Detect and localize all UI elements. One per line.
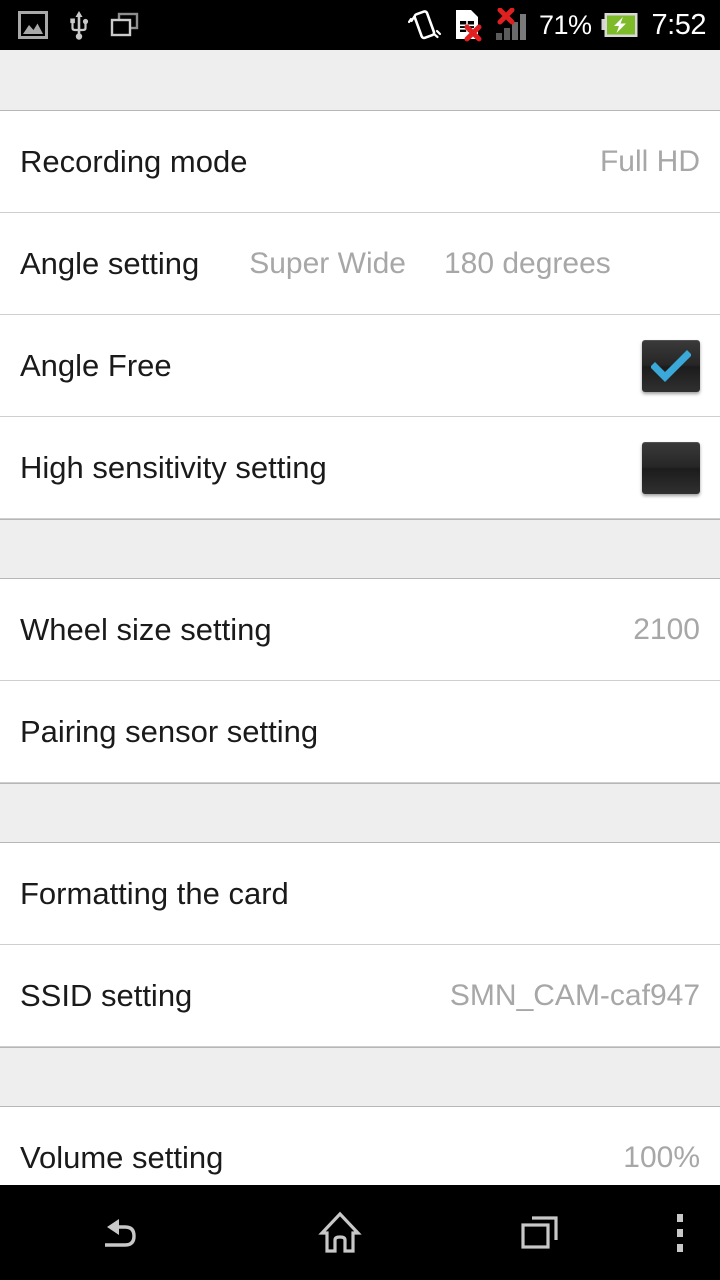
navigation-bar bbox=[0, 1185, 720, 1280]
group-separator bbox=[0, 1047, 720, 1107]
list-item-angle-free[interactable]: Angle Free bbox=[0, 315, 720, 417]
recent-apps-icon bbox=[518, 1213, 562, 1253]
list-item-formatting-the-card[interactable]: Formatting the card bbox=[0, 843, 720, 945]
list-item-pairing-sensor-setting[interactable]: Pairing sensor setting bbox=[0, 681, 720, 783]
row-value: 2100 bbox=[633, 612, 700, 646]
checkbox-angle-free[interactable] bbox=[642, 339, 700, 392]
signal-no-service-icon bbox=[494, 7, 530, 42]
list-item-high-sensitivity-setting[interactable]: High sensitivity setting bbox=[0, 417, 720, 519]
home-button[interactable] bbox=[240, 1185, 440, 1280]
row-title: Recording mode bbox=[20, 143, 248, 179]
row-title: High sensitivity setting bbox=[20, 449, 327, 485]
status-bar-clock: 7:52 bbox=[651, 8, 707, 41]
row-value: SMN_CAM-caf947 bbox=[449, 978, 700, 1012]
sim-card-error-icon bbox=[451, 8, 485, 42]
home-icon bbox=[317, 1210, 363, 1256]
status-bar: 71% 7:52 bbox=[0, 0, 720, 50]
list-item-wheel-size-setting[interactable]: Wheel size setting 2100 bbox=[0, 579, 720, 681]
group-separator bbox=[0, 519, 720, 579]
battery-charging-icon bbox=[601, 12, 639, 38]
status-bar-right-icons: 71% 7:52 bbox=[407, 7, 707, 42]
vibrate-icon bbox=[407, 9, 442, 41]
group-separator bbox=[0, 783, 720, 843]
row-title: Pairing sensor setting bbox=[20, 713, 319, 749]
row-value-primary: Super Wide bbox=[249, 246, 406, 280]
row-value: 100% bbox=[623, 1141, 700, 1174]
row-value-group: Super Wide 180 degrees bbox=[249, 247, 611, 281]
android-screen: 71% 7:52 Recording mode Full HD Angle se… bbox=[0, 0, 720, 1280]
recents-button[interactable] bbox=[440, 1185, 640, 1280]
row-title: Formatting the card bbox=[20, 875, 289, 911]
check-icon bbox=[651, 349, 691, 382]
photo-icon bbox=[18, 11, 48, 39]
group-separator bbox=[0, 50, 720, 111]
list-item-ssid-setting[interactable]: SSID setting SMN_CAM-caf947 bbox=[0, 945, 720, 1047]
row-value: Full HD bbox=[599, 144, 700, 178]
overflow-menu-icon bbox=[675, 1212, 685, 1254]
screen-mirror-icon bbox=[110, 12, 140, 38]
list-item-recording-mode[interactable]: Recording mode Full HD bbox=[0, 111, 720, 213]
usb-icon bbox=[68, 9, 90, 41]
row-title: Angle setting bbox=[20, 245, 200, 281]
list-item-angle-setting[interactable]: Angle setting Super Wide 180 degrees bbox=[0, 213, 720, 315]
row-value-secondary: 180 degrees bbox=[443, 246, 611, 280]
back-arrow-icon bbox=[97, 1213, 143, 1253]
row-title: Volume setting bbox=[20, 1140, 224, 1175]
row-title: Angle Free bbox=[20, 347, 172, 383]
battery-percent-label: 71% bbox=[539, 9, 592, 40]
status-bar-left-icons bbox=[18, 9, 140, 41]
back-button[interactable] bbox=[0, 1185, 240, 1280]
list-item-volume-setting[interactable]: Volume setting 100% bbox=[0, 1107, 720, 1185]
row-title: SSID setting bbox=[20, 977, 193, 1013]
row-title: Wheel size setting bbox=[20, 611, 272, 647]
settings-list[interactable]: Recording mode Full HD Angle setting Sup… bbox=[0, 50, 720, 1185]
checkbox-high-sensitivity[interactable] bbox=[642, 441, 700, 494]
overflow-menu-button[interactable] bbox=[640, 1185, 720, 1280]
